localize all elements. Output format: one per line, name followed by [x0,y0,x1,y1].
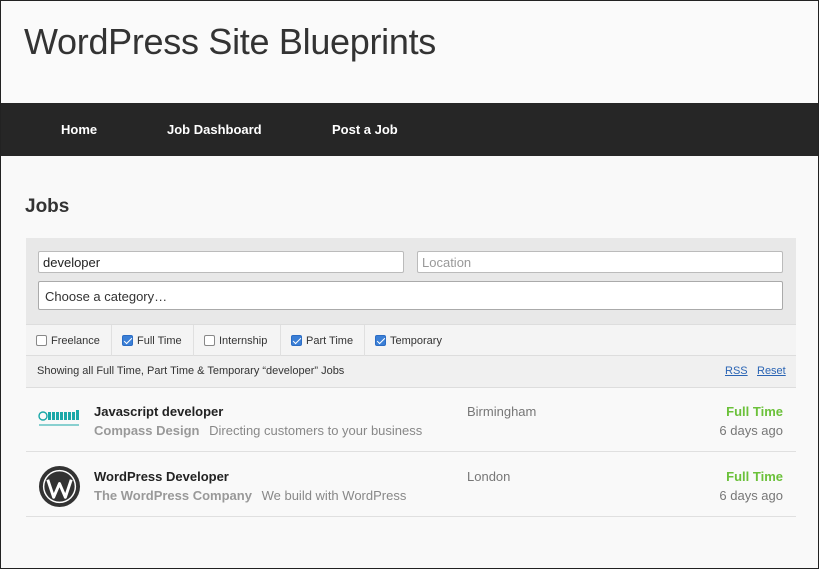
browser-frame: WordPress Site Blueprints Home Job Dashb… [0,0,819,569]
filter-label: Part Time [306,334,354,347]
nav-item-post-a-job[interactable]: Post a Job [332,122,398,137]
filter-label: Freelance [51,334,100,347]
checkbox-internship[interactable] [204,335,215,346]
nav-item-home[interactable]: Home [61,122,97,137]
job-location: Birmingham [467,404,537,419]
search-keywords-input[interactable]: developer [38,251,404,273]
job-date: 6 days ago [719,488,783,503]
checkbox-temporary[interactable] [375,335,386,346]
reset-link[interactable]: Reset [757,365,786,377]
company-name: Compass Design [94,423,200,438]
job-location: London [467,469,511,484]
job-listing[interactable]: WordPress Developer The WordPress Compan… [26,453,796,517]
results-summary: Showing all Full Time, Part Time & Tempo… [26,356,796,388]
company-tagline: We build with WordPress [261,488,407,503]
filter-label: Internship [219,334,268,347]
main-navigation: Home Job Dashboard Post a Job [1,103,818,156]
wordpress-logo-icon [38,465,81,508]
rss-link[interactable]: RSS [725,365,748,377]
filter-label: Temporary [390,334,442,347]
filter-internship[interactable]: Internship [194,325,281,356]
filter-temporary[interactable]: Temporary [365,325,459,356]
filter-freelance[interactable]: Freelance [26,325,112,356]
job-date: 6 days ago [719,423,783,438]
compass-design-logo-icon [37,402,81,442]
job-type: Full Time [726,404,783,419]
company-tagline: Directing customers to your business [209,423,423,438]
job-type-filters: Freelance Full Time Internship Part Time… [26,324,796,356]
category-select[interactable]: Choose a category… [38,281,783,310]
page-title: Jobs [25,196,70,217]
company-name: The WordPress Company [94,488,252,503]
filter-label: Full Time [137,334,182,347]
job-type: Full Time [726,469,783,484]
nav-item-job-dashboard[interactable]: Job Dashboard [167,122,262,137]
job-title[interactable]: Javascript developer [94,404,223,419]
main-content: Jobs developer Location Choose a categor… [1,156,818,568]
job-title[interactable]: WordPress Developer [94,469,229,484]
company-line: The WordPress Company We build with Word… [94,488,406,503]
job-listing[interactable]: Javascript developer Compass Design Dire… [26,388,796,452]
results-summary-text: Showing all Full Time, Part Time & Tempo… [37,365,345,377]
site-header: WordPress Site Blueprints [1,1,818,103]
site-title[interactable]: WordPress Site Blueprints [24,21,436,63]
search-location-input[interactable]: Location [417,251,783,273]
checkbox-part-time[interactable] [291,335,302,346]
filter-part-time[interactable]: Part Time [281,325,365,356]
checkbox-full-time[interactable] [122,335,133,346]
filter-full-time[interactable]: Full Time [112,325,194,356]
checkbox-freelance[interactable] [36,335,47,346]
job-search-form: developer Location Choose a category… [26,238,796,324]
company-line: Compass Design Directing customers to yo… [94,423,422,438]
